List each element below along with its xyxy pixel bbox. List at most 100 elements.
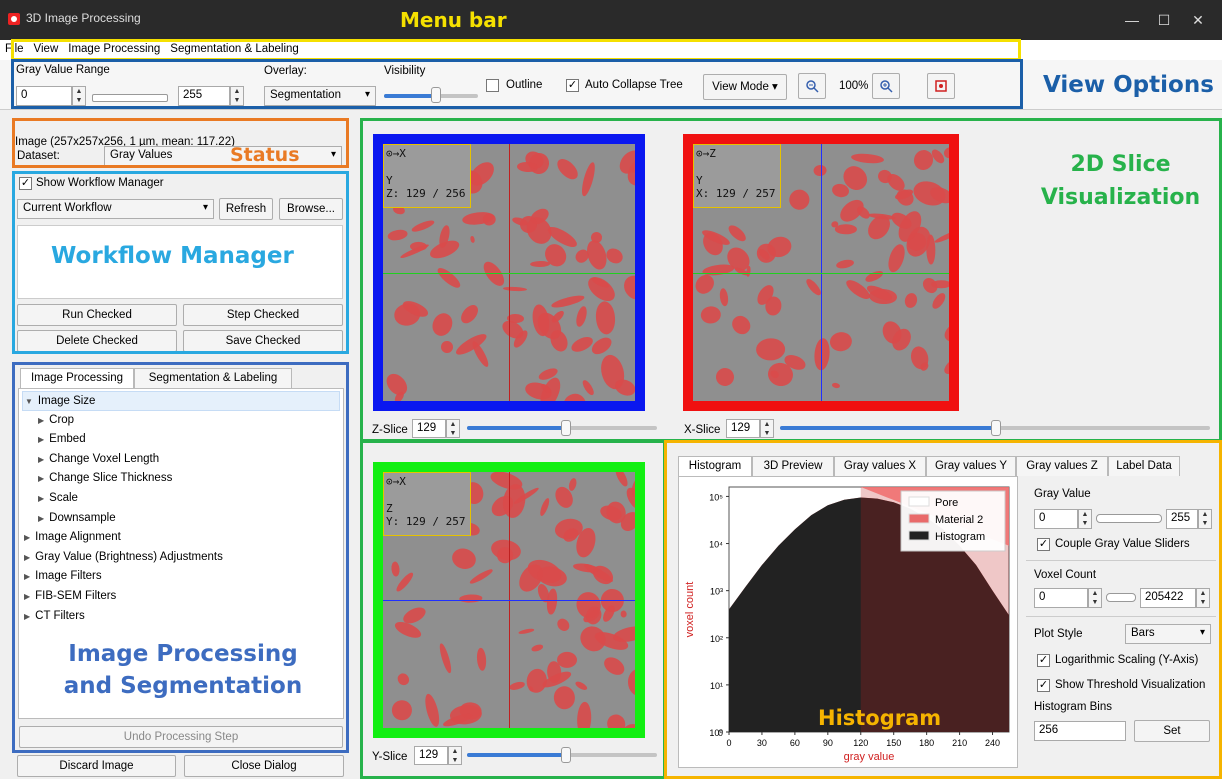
hist-gray-min-input[interactable]: 0 xyxy=(1034,509,1078,529)
axis-arrow-icon: ⊙→Z xyxy=(696,147,716,160)
segmentation-blob xyxy=(434,264,463,291)
segmentation-blob xyxy=(530,642,544,653)
x-tick-label: 60 xyxy=(790,738,800,748)
segmentation-blob xyxy=(831,382,841,389)
couple-checkbox[interactable]: ✓ xyxy=(1037,538,1050,551)
segmentation-blob xyxy=(933,228,949,244)
annotation-improc-frame xyxy=(12,362,349,753)
segmentation-blob xyxy=(458,594,483,603)
close-button[interactable]: ✕ xyxy=(1186,8,1210,32)
threshold-label: Show Threshold Visualization xyxy=(1055,679,1206,691)
hist-gray-slider[interactable] xyxy=(1096,514,1162,523)
bins-input[interactable]: 256 xyxy=(1034,721,1126,741)
segmentation-blob xyxy=(449,703,484,726)
segmentation-blob xyxy=(574,305,589,329)
segmentation-blob xyxy=(556,651,577,668)
axis-label-x: Z xyxy=(709,147,716,160)
y-axis-label: voxel count xyxy=(684,582,696,638)
divider xyxy=(1026,616,1216,617)
x-slice-label: X-Slice xyxy=(684,424,721,436)
segmentation-blob xyxy=(580,160,598,197)
slice-coordinate: Y: 129 / 257 xyxy=(386,515,466,528)
x-slice-input[interactable]: 129 xyxy=(726,419,760,438)
tab-hist-4[interactable]: Gray values Z xyxy=(1016,456,1108,476)
y-slice-knob[interactable] xyxy=(561,747,571,763)
x-tick-label: 90 xyxy=(823,738,833,748)
segmentation-blob xyxy=(390,561,401,577)
x-tick-label: 210 xyxy=(952,738,967,748)
y-slice-fill xyxy=(467,753,567,757)
segmentation-blob xyxy=(855,204,873,222)
slice-coordinate: Z: 129 / 256 xyxy=(386,187,466,200)
bins-label: Histogram Bins xyxy=(1034,701,1112,713)
z-slice-knob[interactable] xyxy=(561,420,571,436)
legend-swatch xyxy=(908,513,930,524)
voxel-min-input[interactable]: 0 xyxy=(1034,588,1088,608)
y-slice-input[interactable]: 129 xyxy=(414,746,448,765)
voxel-max-spin[interactable]: ▲ ▼ xyxy=(1196,588,1210,608)
segmentation-blob xyxy=(885,242,908,275)
voxel-min-spin[interactable]: ▲ ▼ xyxy=(1088,588,1102,608)
annotation-menu-bar: Menu bar xyxy=(400,8,507,32)
voxel-slider[interactable] xyxy=(1106,593,1136,602)
segmentation-blob xyxy=(728,311,754,338)
legend-swatch xyxy=(908,496,930,507)
maximize-button[interactable]: ☐ xyxy=(1152,8,1176,32)
annotation-slice: 2D Slice Visualization xyxy=(1028,148,1213,214)
x-slice-view[interactable]: ⊙→Z Y X: 129 / 257 xyxy=(683,134,959,411)
segmentation-blob xyxy=(530,260,551,268)
segmentation-blob xyxy=(931,280,949,289)
y-slice-spin[interactable]: ▲ ▼ xyxy=(448,746,462,765)
x-axis-label: gray value xyxy=(844,751,895,763)
crosshair-horizontal xyxy=(383,272,635,274)
segmentation-blob xyxy=(580,378,596,397)
discard-image-button[interactable]: Discard Image xyxy=(17,755,176,777)
axis-arrow-icon: ⊙→X xyxy=(386,147,406,160)
set-bins-button[interactable]: Set xyxy=(1134,720,1210,742)
segmentation-blob xyxy=(538,497,552,518)
crosshair-horizontal xyxy=(693,272,949,274)
axis-label-y: Z xyxy=(386,502,393,515)
axis-label-y: Y xyxy=(696,174,703,187)
segmentation-blob xyxy=(601,653,628,678)
y-tick-label: 10³ xyxy=(710,587,723,597)
close-dialog-button[interactable]: Close Dialog xyxy=(184,755,344,777)
tab-hist-5[interactable]: Label Data xyxy=(1108,456,1180,476)
hist-gray-min-spin[interactable]: ▲ ▼ xyxy=(1078,509,1092,529)
minimize-button[interactable]: — xyxy=(1120,8,1144,32)
legend-label: Pore xyxy=(935,497,958,509)
x-slice-spin[interactable]: ▲ ▼ xyxy=(760,419,774,438)
voxel-max-input[interactable]: 205422 xyxy=(1140,588,1196,608)
plot-style-select[interactable]: Bars xyxy=(1125,624,1211,644)
log-scale-checkbox[interactable]: ✓ xyxy=(1037,654,1050,667)
segmentation-blob xyxy=(410,218,436,234)
segmentation-blob xyxy=(440,340,453,354)
z-slice-input[interactable]: 129 xyxy=(412,419,446,438)
x-slice-knob[interactable] xyxy=(991,420,1001,436)
z-slice-view[interactable]: ⊙→X Y Z: 129 / 256 xyxy=(373,134,645,411)
annotation-view-options-frame xyxy=(11,59,1023,109)
hist-gray-max-spin[interactable]: ▲ ▼ xyxy=(1198,509,1212,529)
tab-hist-1[interactable]: 3D Preview xyxy=(752,456,834,476)
threshold-checkbox[interactable]: ✓ xyxy=(1037,679,1050,692)
tab-hist-3[interactable]: Gray values Y xyxy=(926,456,1016,476)
title-bar: 3D Image Processing — ☐ ✕ xyxy=(0,0,1222,40)
segmentation-blob xyxy=(755,337,785,362)
segmentation-blob xyxy=(438,642,454,675)
segmentation-blob xyxy=(553,155,582,183)
axis-label-y: Y xyxy=(386,174,393,187)
z-slice-spin[interactable]: ▲ ▼ xyxy=(446,419,460,438)
segmentation-blob xyxy=(410,242,428,252)
segmentation-blob xyxy=(552,685,576,710)
y-slice-view[interactable]: ⊙→X Z Y: 129 / 257 xyxy=(373,462,645,738)
y-tick-label: 10¹ xyxy=(710,681,723,691)
tab-hist-0[interactable]: Histogram xyxy=(678,456,752,476)
hist-gray-max-input[interactable]: 255 xyxy=(1166,509,1198,529)
x-tick-label: 150 xyxy=(886,738,901,748)
segmentation-blob xyxy=(620,610,628,619)
segmentation-blob xyxy=(502,286,528,292)
tab-hist-2[interactable]: Gray values X xyxy=(834,456,926,476)
histogram-tabs: Histogram 3D Preview Gray values X Gray val… xyxy=(678,456,1208,476)
x-slice-fill xyxy=(780,426,995,430)
segmentation-blob xyxy=(422,692,443,728)
